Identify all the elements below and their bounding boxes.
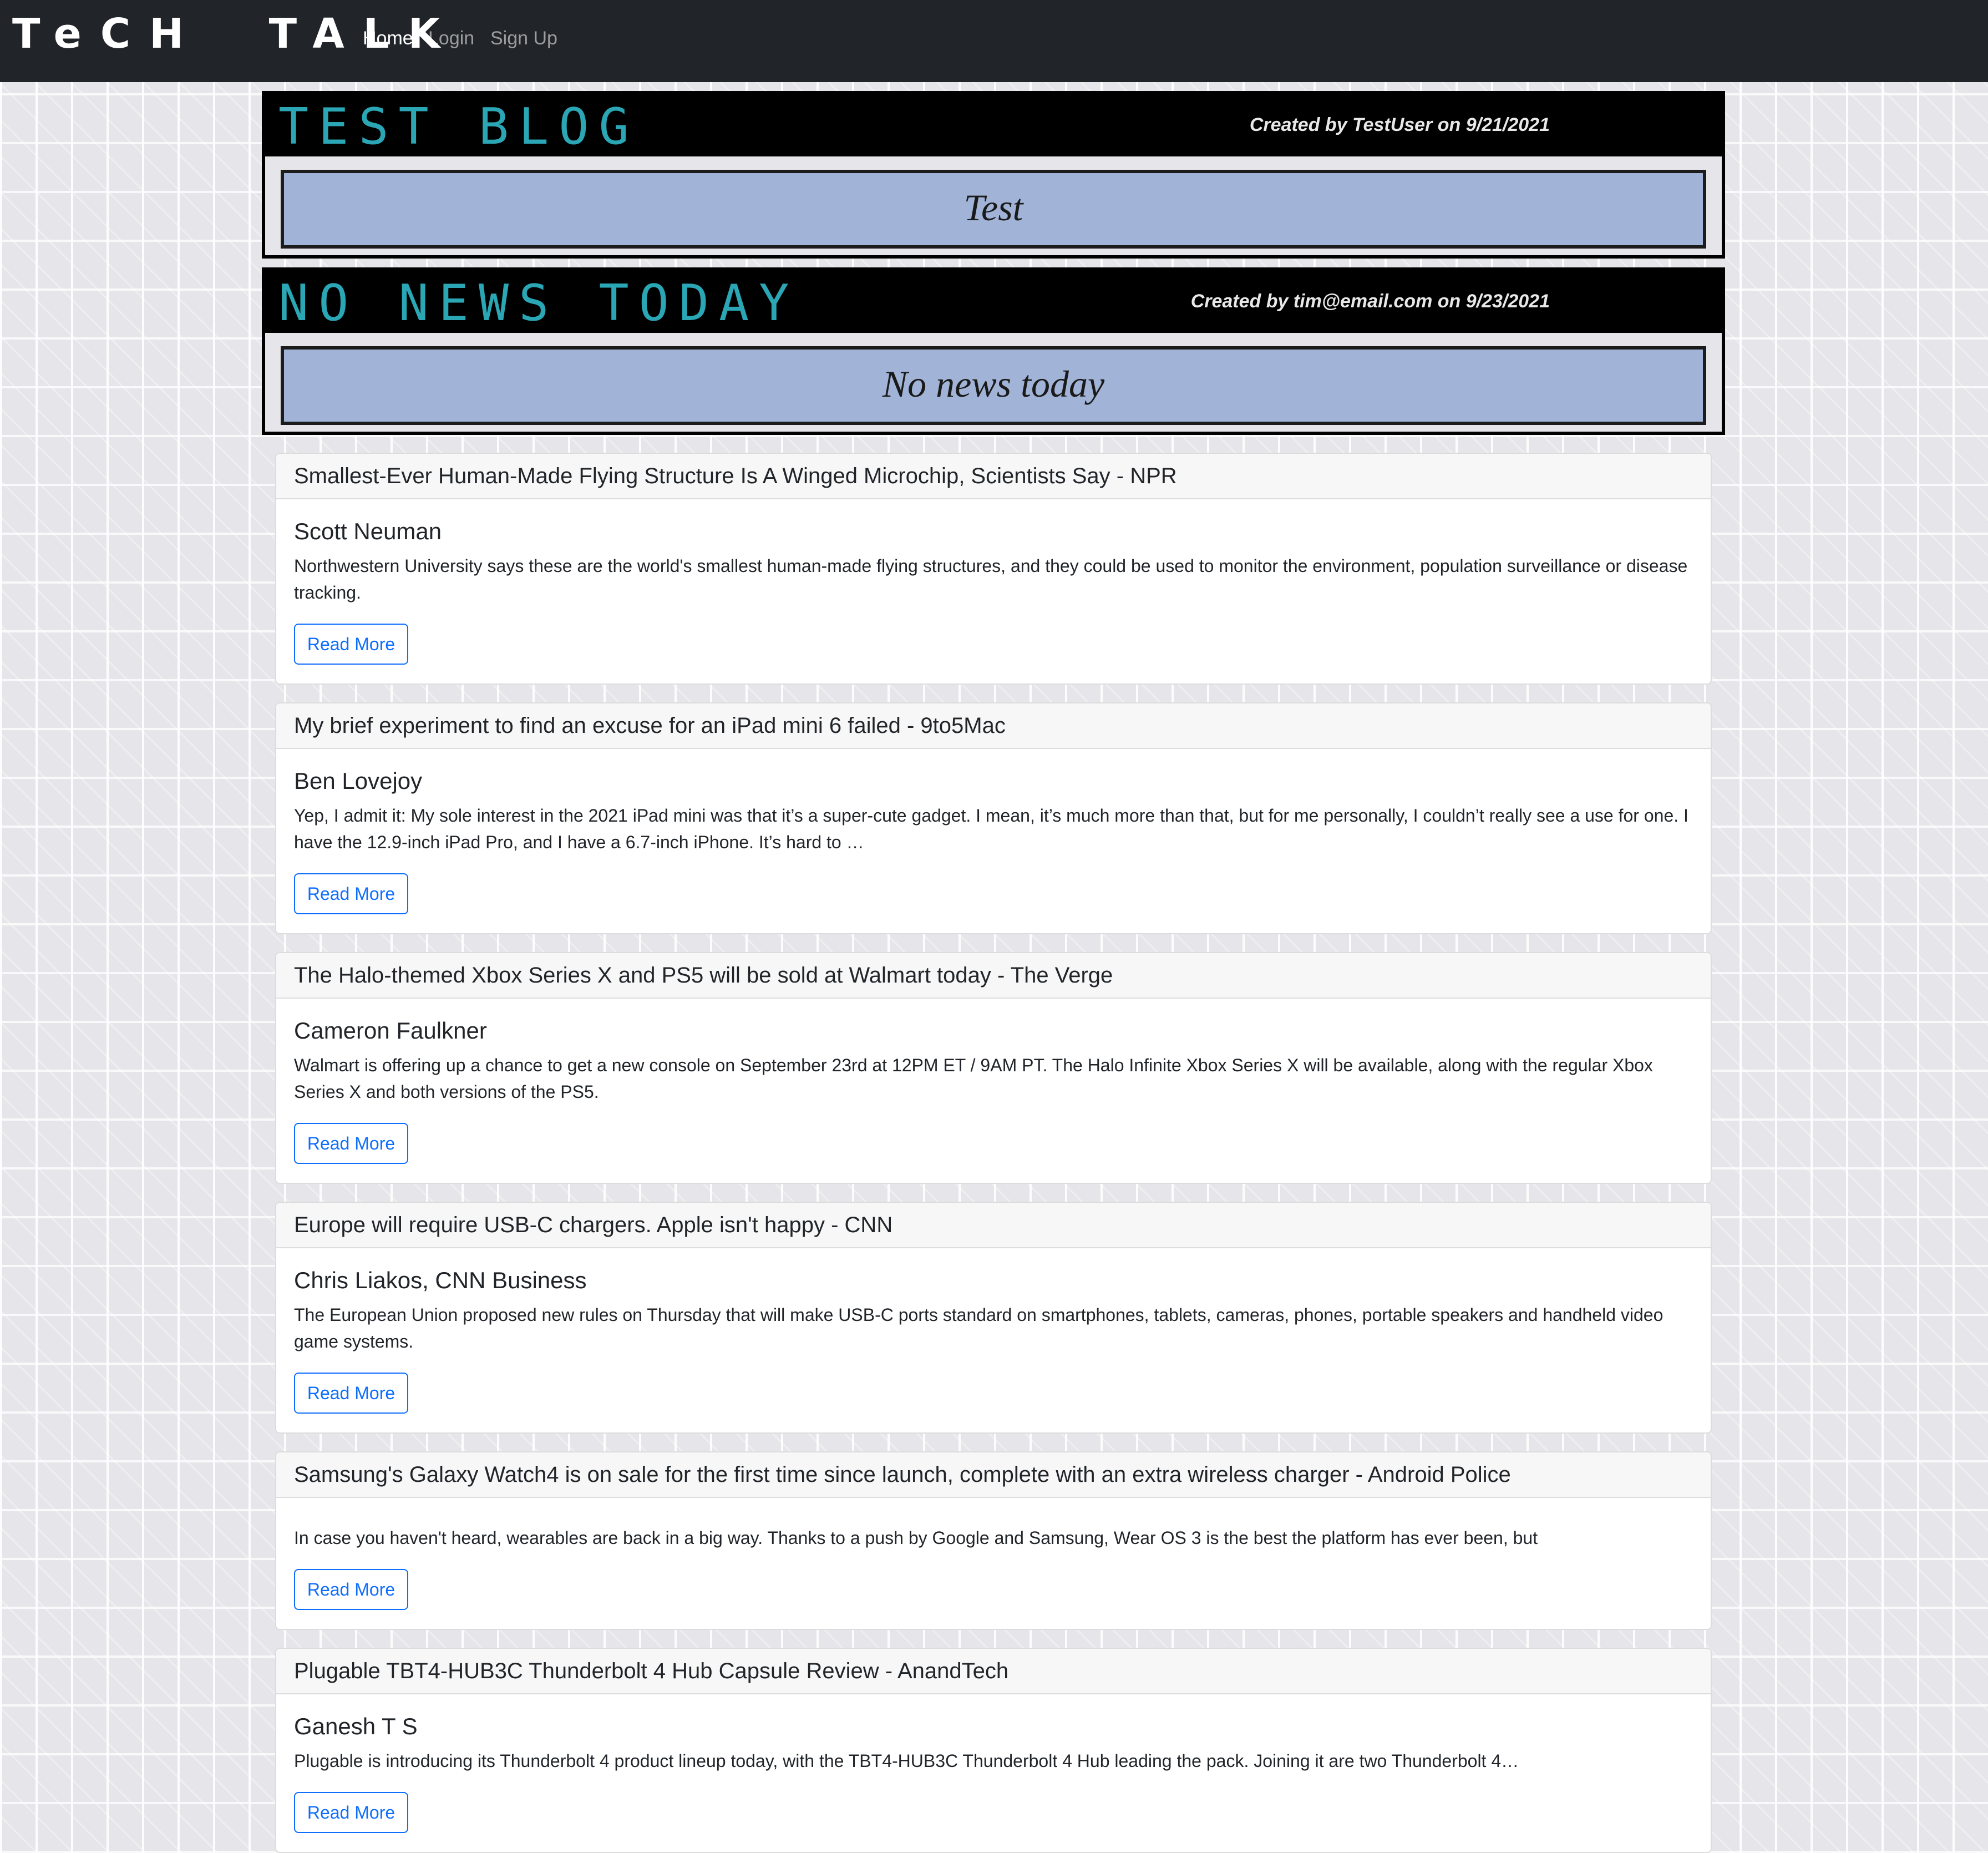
news-card: Europe will require USB-C chargers. Appl…	[275, 1202, 1712, 1434]
news-card-header: The Halo-themed Xbox Series X and PS5 wi…	[276, 953, 1711, 999]
news-card-author: Cameron Faulkner	[294, 1017, 487, 1044]
news-card-description: Walmart is offering up a chance to get a…	[294, 1055, 1653, 1102]
nav-link-home[interactable]: Home	[363, 28, 413, 49]
news-card-header: Smallest-Ever Human-Made Flying Structur…	[276, 454, 1711, 499]
news-card: Plugable TBT4-HUB3C Thunderbolt 4 Hub Ca…	[275, 1648, 1712, 1853]
news-card-header: My brief experiment to find an excuse fo…	[276, 703, 1711, 749]
news-card-header: Samsung's Galaxy Watch4 is on sale for t…	[276, 1452, 1711, 1498]
blog-post-header: TEST BLOG Created by TestUser on 9/21/20…	[265, 94, 1722, 156]
read-more-button[interactable]: Read More	[294, 873, 408, 914]
news-card-description: The European Union proposed new rules on…	[294, 1305, 1664, 1351]
nav-link-signup[interactable]: Sign Up	[490, 28, 557, 49]
news-card-description: Plugable is introducing its Thunderbolt …	[294, 1751, 1519, 1771]
news-card-description: Northwestern University says these are t…	[294, 556, 1688, 603]
news-card-title: My brief experiment to find an excuse fo…	[294, 713, 1006, 738]
news-card: My brief experiment to find an excuse fo…	[275, 702, 1712, 934]
read-more-button[interactable]: Read More	[294, 624, 408, 665]
news-card-header: Plugable TBT4-HUB3C Thunderbolt 4 Hub Ca…	[276, 1649, 1711, 1694]
read-more-button[interactable]: Read More	[294, 1123, 408, 1164]
blog-post-meta: Created by TestUser on 9/21/2021	[1249, 114, 1550, 135]
news-card-title: Plugable TBT4-HUB3C Thunderbolt 4 Hub Ca…	[294, 1659, 1009, 1683]
read-more-button[interactable]: Read More	[294, 1373, 408, 1414]
news-card-title: Smallest-Ever Human-Made Flying Structur…	[294, 464, 1177, 488]
blog-post: TEST BLOG Created by TestUser on 9/21/20…	[262, 91, 1725, 259]
news-card-author: Ganesh T S	[294, 1713, 418, 1739]
blog-post-title[interactable]: TEST BLOG	[278, 98, 639, 156]
news-card-author: Ben Lovejoy	[294, 768, 423, 794]
news-card-header: Europe will require USB-C chargers. Appl…	[276, 1203, 1711, 1248]
blog-post-meta: Created by tim@email.com on 9/23/2021	[1190, 291, 1550, 312]
news-card-title: The Halo-themed Xbox Series X and PS5 wi…	[294, 963, 1113, 988]
blog-post: NO NEWS TODAY Created by tim@email.com o…	[262, 267, 1725, 435]
news-card: Samsung's Galaxy Watch4 is on sale for t…	[275, 1451, 1712, 1630]
read-more-button[interactable]: Read More	[294, 1792, 408, 1833]
news-card-author: Scott Neuman	[294, 518, 442, 544]
blog-post-header: NO NEWS TODAY Created by tim@email.com o…	[265, 271, 1722, 333]
news-card-description: In case you haven't heard, wearables are…	[294, 1528, 1538, 1548]
read-more-button[interactable]: Read More	[294, 1569, 408, 1610]
news-card: The Halo-themed Xbox Series X and PS5 wi…	[275, 952, 1712, 1184]
blog-post-body: Test	[281, 170, 1706, 249]
nav-link-login[interactable]: Login	[428, 28, 474, 49]
blog-post-title[interactable]: NO NEWS TODAY	[278, 274, 799, 332]
news-card-title: Samsung's Galaxy Watch4 is on sale for t…	[294, 1462, 1511, 1487]
news-card-description: Yep, I admit it: My sole interest in the…	[294, 806, 1688, 852]
news-card-author: Chris Liakos, CNN Business	[294, 1267, 587, 1293]
blog-post-body: No news today	[281, 346, 1706, 425]
navbar: TeCH TALK Home Login Sign Up	[0, 0, 1988, 82]
news-card-title: Europe will require USB-C chargers. Appl…	[294, 1213, 893, 1237]
news-card: Smallest-Ever Human-Made Flying Structur…	[275, 453, 1712, 685]
